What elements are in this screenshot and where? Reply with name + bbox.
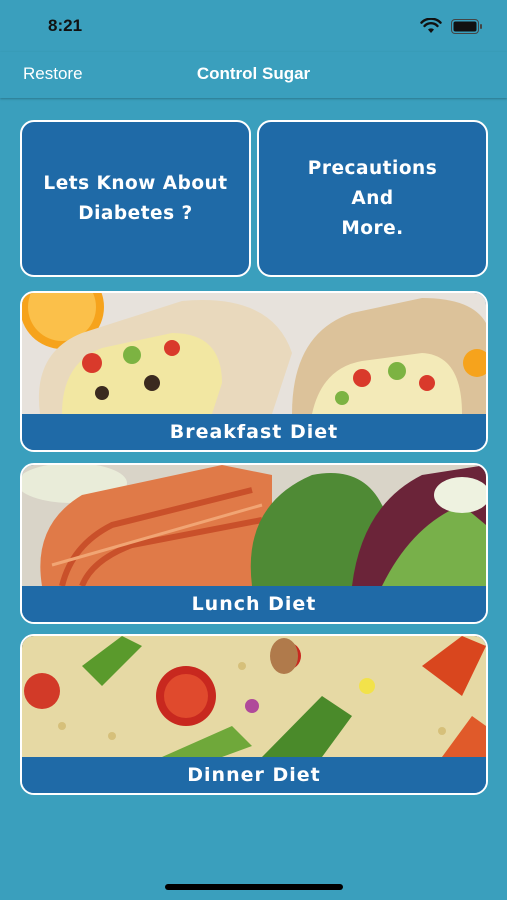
breakfast-image [22,293,486,414]
precautions-button[interactable]: Precautions And More. [257,120,488,277]
lunch-diet-label: Lunch Diet [22,586,486,622]
dinner-image [22,636,486,757]
wifi-icon [420,18,442,33]
diabetes-info-label: Lets Know About Diabetes ? [43,172,228,224]
breakfast-diet-card[interactable]: Breakfast Diet [20,291,488,452]
battery-icon [451,19,482,34]
dinner-diet-card[interactable]: Dinner Diet [20,634,488,795]
breakfast-diet-label: Breakfast Diet [22,414,486,450]
precautions-label: Precautions And More. [307,157,438,239]
dinner-diet-label: Dinner Diet [22,757,486,793]
navigation-bar: Control Sugar Restore [0,52,507,98]
status-bar: 8:21 [0,0,507,52]
lunch-diet-card[interactable]: Lunch Diet [20,463,488,624]
diabetes-info-button[interactable]: Lets Know About Diabetes ? [20,120,251,277]
restore-button[interactable]: Restore [23,64,83,84]
status-time: 8:21 [48,16,83,35]
home-indicator [165,884,343,890]
lunch-image [22,465,486,586]
